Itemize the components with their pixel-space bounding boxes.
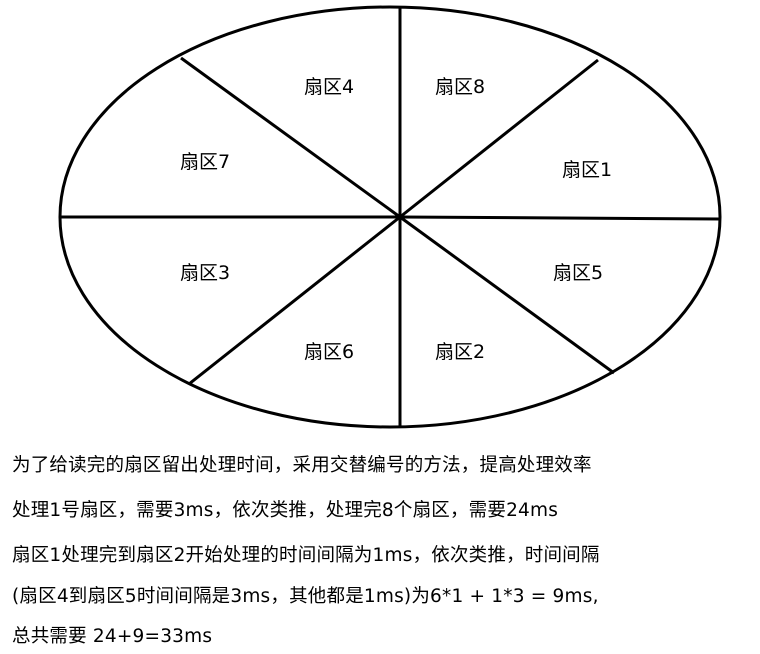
sector-2-label: 扇区2 [435,341,485,363]
divider-upper-left [180,56,401,219]
sector-6-label: 扇区6 [304,341,354,363]
explanation-line-2: 处理1号扇区，需要3ms，依次类推，处理完8个扇区，需要24ms [12,500,559,521]
sector-8-label: 扇区8 [435,76,485,98]
explanation-line-4: (扇区4到扇区5时间间隔是3ms，其他都是1ms)为6*1 + 1*3 = 9m… [12,586,599,607]
explanation-line-5: 总共需要 24+9=33ms [12,626,213,647]
sector-5-label: 扇区5 [553,262,603,284]
sector-1-label: 扇区1 [562,159,612,181]
divider-lower-left [188,215,401,386]
divider-lower-right [399,215,615,375]
sector-3-label: 扇区3 [180,262,230,284]
disk-diagram: 扇区4 扇区8 扇区7 扇区1 扇区3 扇区5 扇区6 扇区2 [58,5,722,429]
explanation-line-1: 为了给读完的扇区留出处理时间，采用交替编号的方法，提高处理效率 [12,455,592,476]
divider-right [399,215,721,221]
sector-4-label: 扇区4 [304,76,354,98]
explanation-line-3: 扇区1处理完到扇区2开始处理的时间间隔为1ms，依次类推，时间间隔 [12,545,600,566]
divider-upper-right [399,58,599,219]
sector-7-label: 扇区7 [180,151,230,173]
